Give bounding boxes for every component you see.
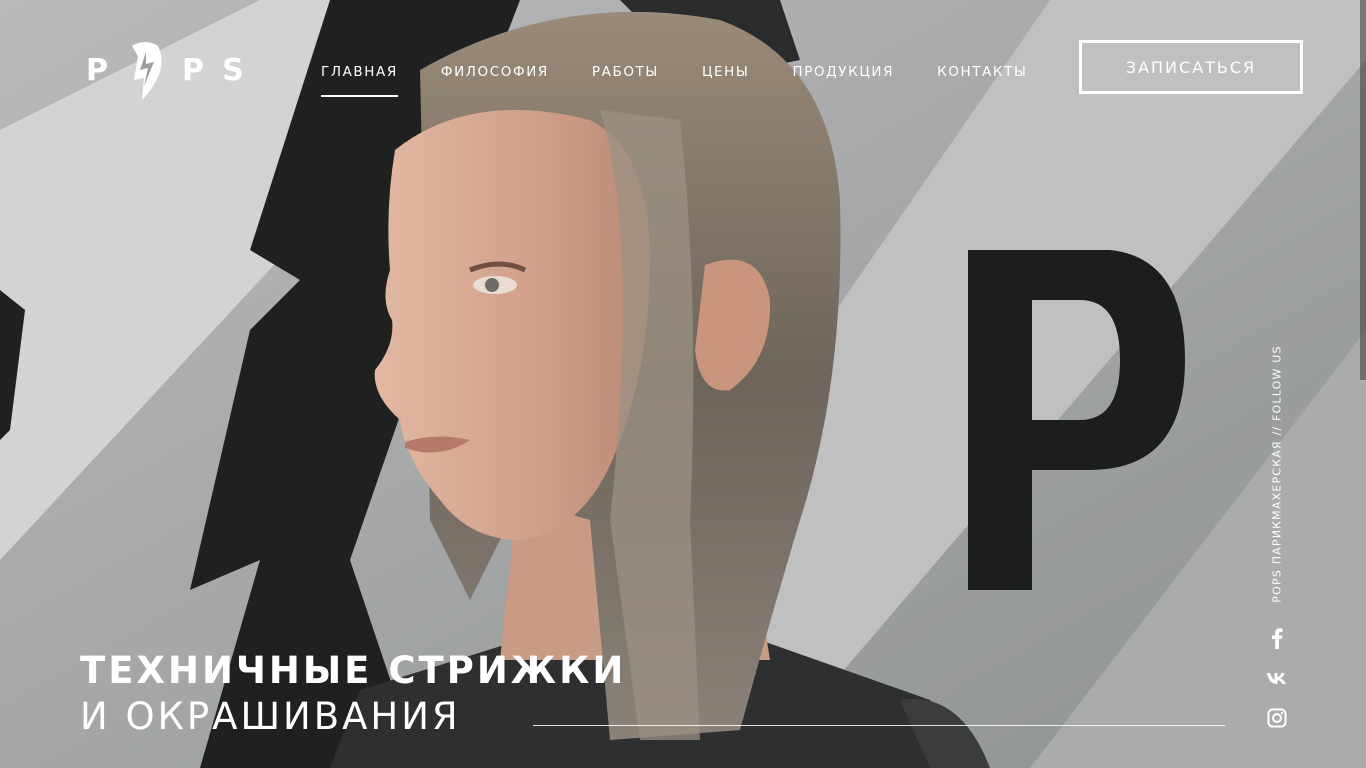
facebook-icon[interactable] — [1265, 626, 1289, 650]
vk-icon[interactable] — [1265, 666, 1289, 690]
hero-divider — [533, 725, 1225, 726]
page-scrollbar[interactable] — [1360, 0, 1366, 380]
main-nav: ГЛАВНАЯ ФИЛОСОФИЯ РАБОТЫ ЦЕНЫ ПРОДУКЦИЯ … — [321, 64, 1070, 97]
logo[interactable]: P P S — [84, 38, 246, 102]
nav-item-home[interactable]: ГЛАВНАЯ — [321, 64, 398, 97]
hero-title: ТЕХНИЧНЫЕ СТРИЖКИ — [80, 649, 627, 692]
lightning-bolt-icon — [132, 42, 162, 100]
book-appointment-button[interactable]: ЗАПИСАТЬСЯ — [1079, 40, 1303, 94]
nav-item-prices[interactable]: ЦЕНЫ — [702, 64, 749, 97]
hero-subtitle: И ОКРАШИВАНИЯ — [80, 695, 461, 738]
logo-letter-p2: P — [182, 52, 204, 88]
nav-item-works[interactable]: РАБОТЫ — [592, 64, 659, 97]
follow-us-label: POPS ПАРИКМАХЕРСКАЯ // FOLLOW US — [1270, 345, 1284, 603]
page: P P S ГЛАВНАЯ ФИЛОСОФИЯ РАБОТЫ ЦЕНЫ ПРОД… — [0, 0, 1366, 768]
nav-item-products[interactable]: ПРОДУКЦИЯ — [792, 64, 894, 97]
nav-item-philosophy[interactable]: ФИЛОСОФИЯ — [441, 64, 549, 97]
nav-item-contacts[interactable]: КОНТАКТЫ — [937, 64, 1027, 97]
logo-letter-s: S — [222, 52, 244, 88]
instagram-icon[interactable] — [1265, 706, 1289, 730]
logo-letter-p: P — [86, 52, 108, 88]
